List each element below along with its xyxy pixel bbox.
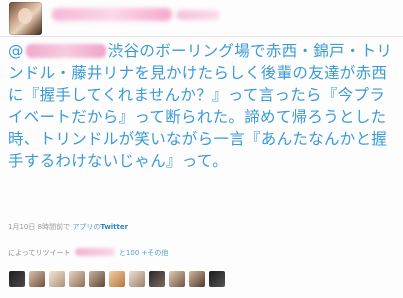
retweeter-avatar[interactable] bbox=[169, 271, 185, 287]
retweeter-blurred[interactable] bbox=[74, 248, 115, 256]
retweeter-avatar[interactable] bbox=[109, 271, 125, 287]
via-app-link[interactable]: アプリのTwitter bbox=[72, 223, 128, 231]
tweet-ago: 8時間前 bbox=[37, 223, 64, 231]
retweeter-avatar[interactable] bbox=[209, 271, 225, 287]
handle-blurred[interactable] bbox=[176, 10, 220, 20]
retweeter-avatar[interactable] bbox=[9, 271, 25, 287]
tweet-text-body: 渋谷のボーリング場で赤西・錦戸・トリンドル・藤井リナを見かけたらしく後輩の友達が… bbox=[8, 42, 393, 170]
tweet-screenshot: @ 渋谷のボーリング場で赤西・錦戸・トリンドル・藤井リナを見かけたらしく後輩の友達… bbox=[0, 0, 403, 298]
retweeter-avatar[interactable] bbox=[149, 271, 165, 287]
retweeter-avatar[interactable] bbox=[189, 271, 205, 287]
mention-prefix: @ bbox=[8, 42, 24, 60]
retweeter-avatar[interactable] bbox=[69, 271, 85, 287]
retweeter-avatar[interactable] bbox=[129, 271, 145, 287]
retweeter-avatar[interactable] bbox=[89, 271, 105, 287]
tweet-time[interactable]: 1月10日 bbox=[8, 223, 35, 231]
via-service: Twitter bbox=[100, 223, 129, 231]
retweeter-avatars bbox=[9, 271, 225, 287]
avatar[interactable] bbox=[9, 2, 42, 35]
via-prefix: で bbox=[63, 223, 71, 231]
username-blurred[interactable] bbox=[52, 8, 172, 21]
via-app-name: アプリ bbox=[72, 223, 94, 231]
retweet-line: によってリツイート と100 +その他 bbox=[8, 248, 168, 258]
tweet-text: @ 渋谷のボーリング場で赤西・錦戸・トリンドル・藤井リナを見かけたらしく後輩の友達… bbox=[8, 40, 398, 172]
mention-blurred[interactable] bbox=[25, 44, 106, 58]
retweeter-avatar[interactable] bbox=[29, 271, 45, 287]
retweet-count-link[interactable]: と100 +その他 bbox=[119, 249, 168, 257]
divider bbox=[0, 36, 403, 37]
tweet-header bbox=[0, 0, 403, 40]
tweet-meta: 1月10日 8時間前で アプリのTwitter bbox=[8, 222, 128, 232]
retweet-prefix: によってリツイート bbox=[8, 249, 71, 257]
retweeter-avatar[interactable] bbox=[49, 271, 65, 287]
